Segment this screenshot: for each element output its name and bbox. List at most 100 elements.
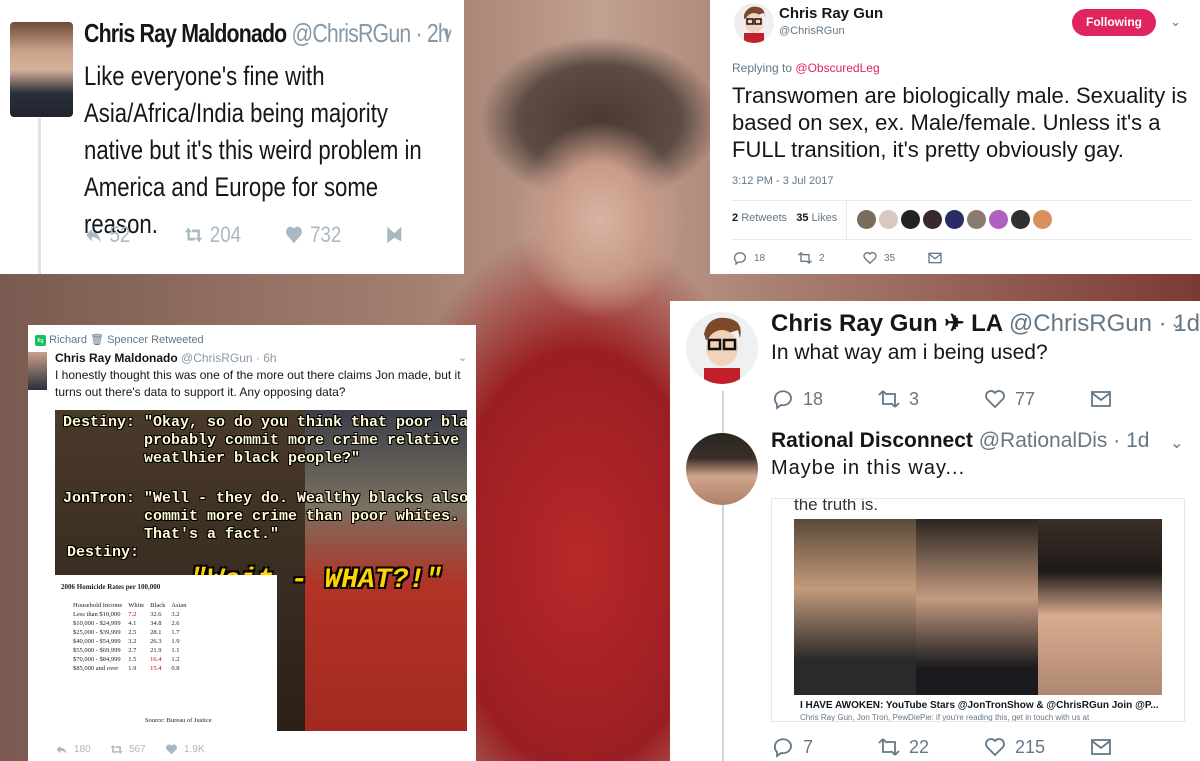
card-top-text: the truth is. xyxy=(794,498,879,514)
meme-caption-3: Destiny: xyxy=(67,544,140,561)
like-button[interactable]: 732 xyxy=(285,222,385,248)
chevron-down-icon[interactable]: ⌄ xyxy=(1170,433,1183,453)
reply-button[interactable]: 180 xyxy=(55,743,110,756)
tweet-text: Transwomen are biologically male. Sexual… xyxy=(732,83,1188,162)
table-row: $10,000 - $24,999 4.1 34.8 2.6 xyxy=(73,619,193,628)
table-title: 2006 Homicide Rates per 100,000 xyxy=(61,583,161,591)
reply-count: 18 xyxy=(803,388,824,409)
tweet-thread-d: Chris Ray Gun ✈ LA @ChrisRGun · 1d ⌄ In … xyxy=(670,301,1200,761)
table-cell: 16.4 xyxy=(150,656,162,663)
retweeter-name[interactable]: Richard xyxy=(49,334,87,346)
reply-button[interactable]: 18 xyxy=(732,250,797,266)
liker-avatar[interactable] xyxy=(967,210,986,229)
homicide-table: 2006 Homicide Rates per 100,000 Househol… xyxy=(55,575,277,731)
tweet-actions: 180 567 1.9K xyxy=(55,743,220,756)
author-name[interactable]: Rational Disconnect @RationalDis · 1d xyxy=(771,429,1149,453)
table-source: Source: Bureau of Justice xyxy=(145,717,212,724)
retweet-icon xyxy=(878,390,900,408)
table-row: Less than $10,000 7.2 32.6 3.2 xyxy=(73,610,193,619)
table-row: $55,000 - $69,999 2.7 21.9 1.1 xyxy=(73,646,193,655)
chevron-down-icon[interactable]: ∨ xyxy=(442,24,454,44)
chevron-down-icon[interactable]: ⌄ xyxy=(1170,313,1183,333)
avatar[interactable] xyxy=(686,312,758,384)
tweet-text: I honestly thought this was one of the m… xyxy=(55,368,461,399)
retweet-button[interactable]: 3 xyxy=(877,387,983,411)
liker-avatar[interactable] xyxy=(945,210,964,229)
tweet-actions: 18 2 35 xyxy=(732,250,992,266)
engagement-stats[interactable]: 2 Retweets 35 Likes xyxy=(732,212,837,224)
avatar[interactable] xyxy=(734,3,774,43)
reply-button[interactable]: 7 xyxy=(771,735,877,759)
table-cell: 2.6 xyxy=(171,620,180,627)
reply-icon xyxy=(773,390,792,410)
meme-image[interactable]: Destiny: "Okay, so do you think that poo… xyxy=(55,410,467,731)
table-cell: Less than $10,000 xyxy=(73,611,121,618)
like-button[interactable]: 1.9K xyxy=(165,743,220,756)
author-name[interactable]: Chris Ray Maldonado @ChrisRGun · 6h xyxy=(55,351,277,365)
table-cell: $25,000 - $39,999 xyxy=(73,629,121,636)
like-count: 215 xyxy=(1015,736,1046,757)
table-row: $40,000 - $54,999 3.2 26.3 1.9 xyxy=(73,637,193,646)
timestamp[interactable]: 3:12 PM - 3 Jul 2017 xyxy=(732,175,834,187)
retweet-icon xyxy=(797,252,813,264)
dm-button[interactable] xyxy=(1089,735,1195,759)
author-handle[interactable]: @RationalDis · 1d xyxy=(979,429,1150,452)
liker-avatar[interactable] xyxy=(1033,210,1052,229)
author-name[interactable]: Chris Ray Maldonado @ChrisRGun · 2h xyxy=(84,18,450,49)
dm-button[interactable] xyxy=(927,250,992,266)
like-count: 35 xyxy=(884,252,896,264)
liker-avatar[interactable] xyxy=(879,210,898,229)
following-button[interactable]: Following xyxy=(1072,9,1156,36)
dm-button[interactable] xyxy=(385,222,464,248)
retweet-icon xyxy=(110,745,123,754)
liker-avatar[interactable] xyxy=(923,210,942,229)
mail-icon xyxy=(1091,739,1111,755)
table-cell: 3.2 xyxy=(171,611,180,618)
table-cell: 7.2 xyxy=(128,611,137,618)
reply-icon xyxy=(56,745,67,754)
avatar[interactable] xyxy=(10,22,73,117)
author-name[interactable]: Chris Ray Gun xyxy=(779,5,883,22)
dm-button[interactable] xyxy=(1089,387,1195,411)
author-handle[interactable]: @ChrisRGun · 6h xyxy=(181,351,277,365)
avatar[interactable] xyxy=(28,352,47,390)
table-cell: 3.2 xyxy=(128,638,137,645)
table-header: White xyxy=(128,602,145,609)
reply-button[interactable]: 18 xyxy=(771,387,877,411)
reply-count: 180 xyxy=(74,744,91,755)
liker-avatar[interactable] xyxy=(857,210,876,229)
tweet-a: Chris Ray Maldonado @ChrisRGun · 2h ∨ Li… xyxy=(0,0,464,274)
heart-icon xyxy=(985,390,1005,409)
replying-to-link[interactable]: @ObscuredLeg xyxy=(795,61,879,75)
retweet-button[interactable]: 567 xyxy=(110,743,165,756)
tweet-actions: 18 3 77 xyxy=(771,387,1195,411)
retweet-button[interactable]: 204 xyxy=(184,222,284,248)
chevron-down-icon[interactable]: ⌄ xyxy=(1170,14,1181,30)
author-handle[interactable]: @ChrisRGun · 2h xyxy=(292,18,450,48)
author-name[interactable]: Chris Ray Gun ✈ LA @ChrisRGun · 1d xyxy=(771,309,1200,338)
table-cell: 28.1 xyxy=(150,629,162,636)
table-cell: 1.2 xyxy=(171,656,180,663)
chevron-down-icon[interactable]: ⌄ xyxy=(458,351,467,364)
retweet-count: 22 xyxy=(909,736,930,757)
link-card[interactable]: the truth is. I HAVE AWOKEN: YouTube Sta… xyxy=(771,498,1185,722)
retweet-button[interactable]: 22 xyxy=(877,735,983,759)
liker-avatar[interactable] xyxy=(1011,210,1030,229)
like-button[interactable]: 77 xyxy=(983,387,1089,411)
reply-icon xyxy=(773,738,792,758)
dm-icon xyxy=(387,226,402,244)
reply-button[interactable]: 52 xyxy=(84,222,184,248)
retweet-button[interactable]: 2 xyxy=(797,250,862,266)
author-handle[interactable]: @ChrisRGun xyxy=(779,25,845,37)
like-button[interactable]: 215 xyxy=(983,735,1089,759)
retweet-context: ⇆ Richard 🗑 Spencer Retweeted xyxy=(35,333,204,346)
retweet-count: 2 xyxy=(819,252,825,264)
table-header: Asian xyxy=(171,602,187,609)
liker-avatar[interactable] xyxy=(989,210,1008,229)
data-table: Household Income White Black Asian Less tha… xyxy=(73,601,193,673)
meme-caption-1: Destiny: "Okay, so do you think that poo… xyxy=(63,414,467,467)
like-button[interactable]: 35 xyxy=(862,250,927,266)
tweet-text: In what way am i being used? xyxy=(771,341,1048,364)
liker-avatar[interactable] xyxy=(901,210,920,229)
avatar[interactable] xyxy=(686,433,758,505)
